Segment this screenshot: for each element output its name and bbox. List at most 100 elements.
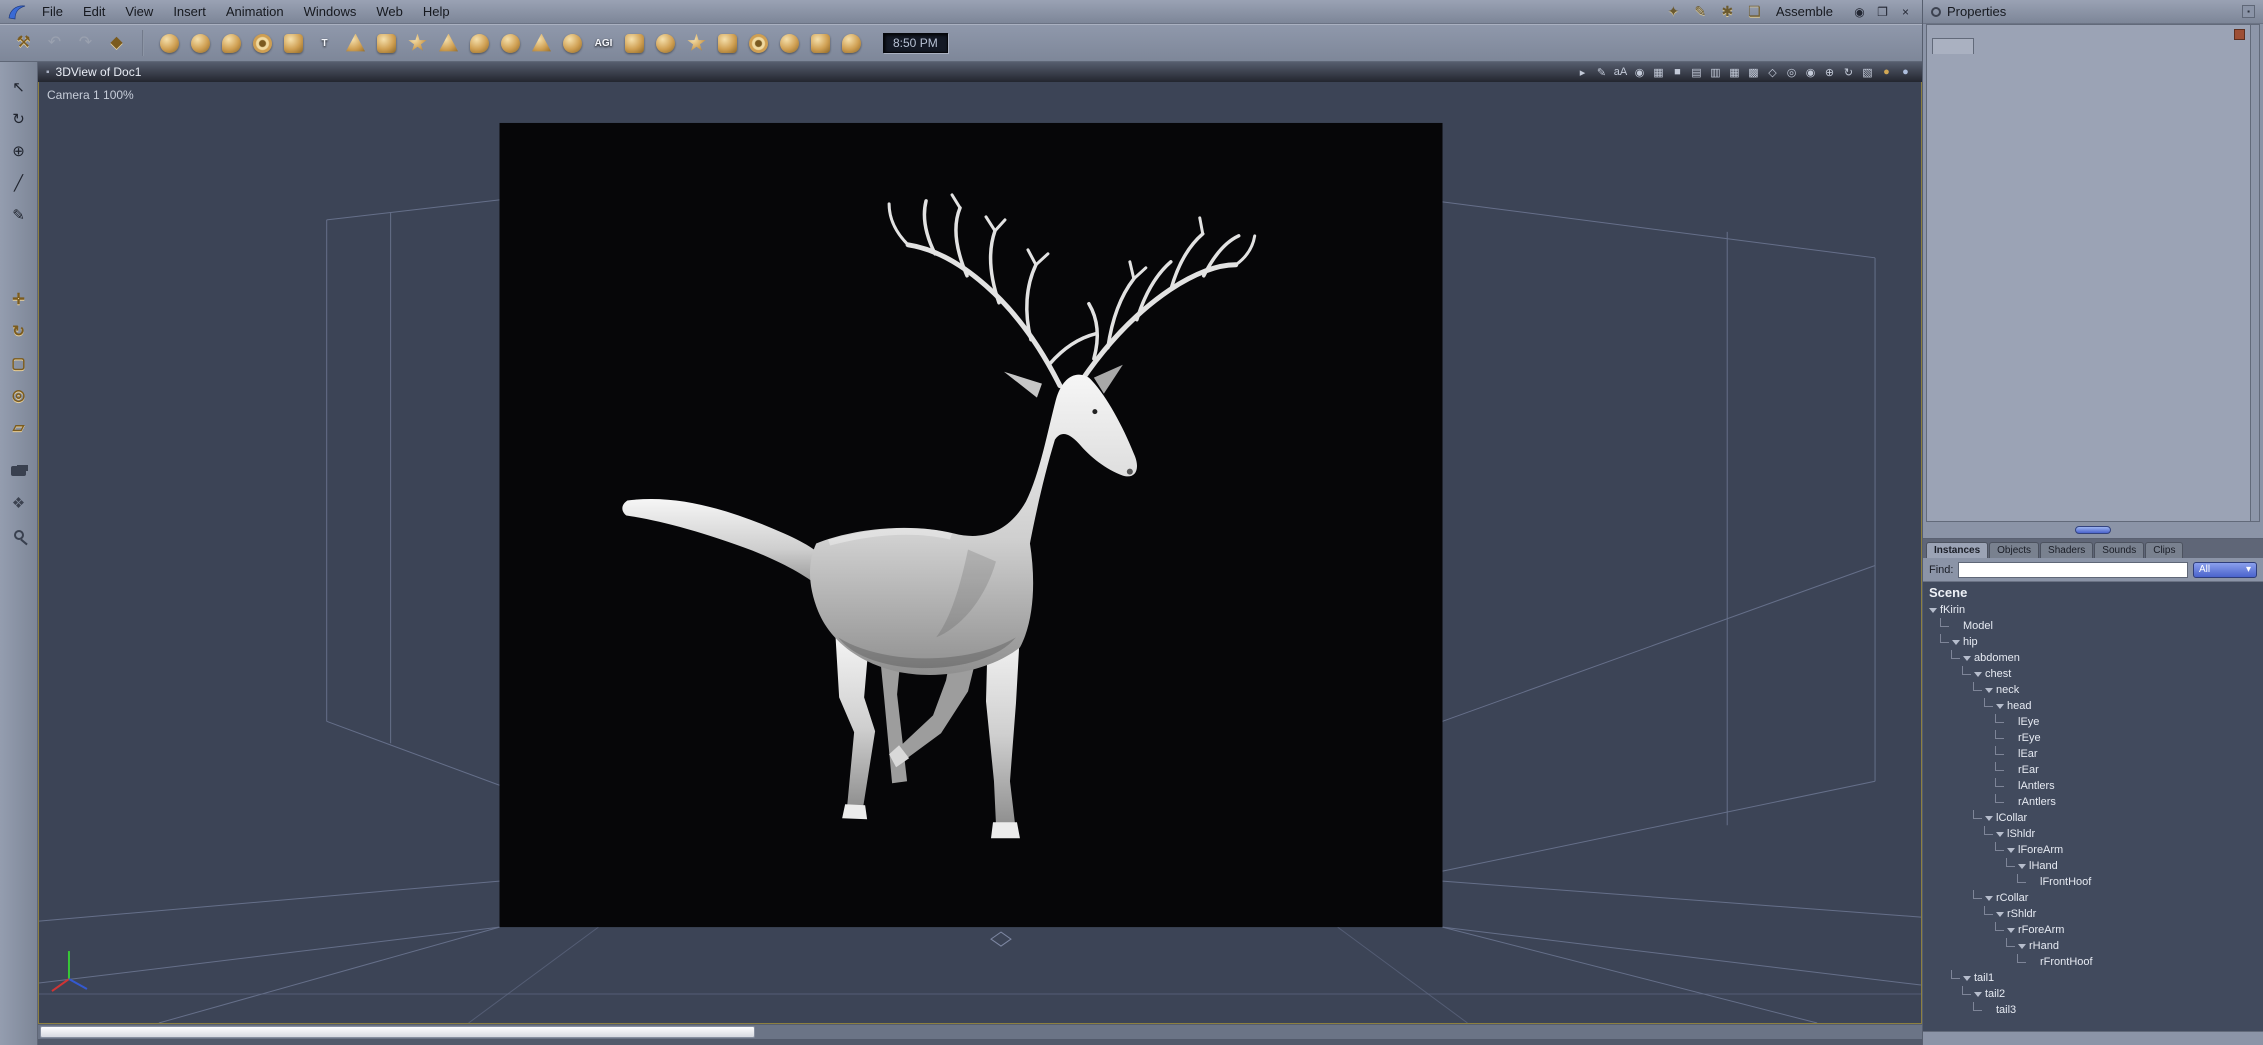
expand-triangle-icon[interactable]: [2007, 847, 2015, 853]
model-room-icon[interactable]: ✎: [1687, 2, 1714, 22]
finger-tool-icon[interactable]: ◆: [101, 29, 132, 57]
undo-icon[interactable]: ↶: [39, 29, 70, 57]
render-room-icon[interactable]: ❏: [1741, 2, 1768, 22]
metaball-tool-icon[interactable]: [247, 29, 278, 57]
tree-item-chest[interactable]: chest: [1923, 666, 2263, 682]
splitter-grip[interactable]: [2075, 526, 2111, 534]
text-tool-icon[interactable]: T: [309, 29, 340, 57]
fire-tool-icon[interactable]: [526, 29, 557, 57]
browser-tab[interactable]: Instances: [1926, 542, 1989, 558]
menu-help[interactable]: Help: [413, 4, 460, 19]
expand-triangle-icon[interactable]: [1996, 703, 2004, 709]
viewport-titlebar[interactable]: ▪ 3DView of Doc1 ▸ ✎ aA ◉ ▦ ■ ▤ ▥ ▦ ▩ ◇ ◎ ◉ ⊕ ↻ ▧ ● ●: [38, 62, 1922, 82]
expand-triangle-icon[interactable]: [1985, 687, 1993, 693]
filter-dropdown[interactable]: All ▾: [2193, 561, 2257, 578]
tree-item-tail2[interactable]: tail2: [1923, 986, 2263, 1002]
tree-item-lFrontHoof[interactable]: lFrontHoof: [1923, 874, 2263, 890]
browser-tab[interactable]: Sounds: [2094, 542, 2145, 558]
expand-triangle-icon[interactable]: [1985, 815, 1993, 821]
full-grid-pane-icon[interactable]: ▩: [1745, 64, 1762, 80]
expand-triangle-icon[interactable]: [1985, 895, 1993, 901]
browser-tab[interactable]: Objects: [1989, 542, 2040, 558]
tree-item-lShldr[interactable]: lShldr: [1923, 826, 2263, 842]
agi-text-tool-icon[interactable]: AGI: [588, 29, 619, 57]
browser-horizontal-scrollbar[interactable]: [1923, 1031, 2263, 1045]
paintbrush-tool-icon[interactable]: ✎: [6, 202, 32, 228]
fountain-tool-icon[interactable]: [495, 29, 526, 57]
expand-triangle-icon[interactable]: [1996, 831, 2004, 837]
assemble-room-icon[interactable]: ✦: [1660, 2, 1687, 22]
tree-item-hip[interactable]: hip: [1923, 634, 2263, 650]
close-window-icon[interactable]: ×: [1895, 3, 1916, 20]
physics-tool-icon[interactable]: [774, 29, 805, 57]
ocean-tool-icon[interactable]: [619, 29, 650, 57]
vertex-object-tool-icon[interactable]: [185, 29, 216, 57]
tree-item-lAntlers[interactable]: lAntlers: [1923, 778, 2263, 794]
panel-splitter[interactable]: [1923, 522, 2263, 538]
marker-icon[interactable]: ▸: [1574, 64, 1591, 80]
rock-tool-icon[interactable]: [650, 29, 681, 57]
single-pane-icon[interactable]: ■: [1669, 64, 1686, 80]
properties-scrollbar[interactable]: [2250, 25, 2259, 521]
terrain-tool-icon[interactable]: [433, 29, 464, 57]
viewport-horizontal-scrollbar[interactable]: [38, 1024, 1922, 1039]
cloud-tool-icon[interactable]: [557, 29, 588, 57]
browser-tab[interactable]: Clips: [2145, 542, 2184, 558]
tree-item-rEar[interactable]: rEar: [1923, 762, 2263, 778]
move-tool-icon[interactable]: ✛: [6, 286, 32, 312]
menu-animation[interactable]: Animation: [216, 4, 294, 19]
backdrop-handle[interactable]: [990, 931, 1012, 947]
find-input[interactable]: [1958, 561, 2188, 578]
tree-item-rEye[interactable]: rEye: [1923, 730, 2263, 746]
panel-collapse-button[interactable]: [2234, 29, 2245, 40]
cube-tool-icon[interactable]: [278, 29, 309, 57]
tree-item-lHand[interactable]: lHand: [1923, 858, 2263, 874]
tree-item-tail3[interactable]: tail3: [1923, 1002, 2263, 1018]
tree-item-Model[interactable]: Model: [1923, 618, 2263, 634]
panel-options-button[interactable]: ▪: [2242, 5, 2255, 18]
wireframe-mode-icon[interactable]: ◇: [1764, 64, 1781, 80]
tree-item-lForeArm[interactable]: lForeArm: [1923, 842, 2263, 858]
wrench-icon[interactable]: ⚒: [8, 29, 39, 57]
textured-mode-icon[interactable]: ◉: [1802, 64, 1819, 80]
tree-item-rHand[interactable]: rHand: [1923, 938, 2263, 954]
quad-pane-icon[interactable]: ▦: [1726, 64, 1743, 80]
restore-window-icon[interactable]: ❐: [1872, 3, 1893, 20]
silver-sphere-icon[interactable]: ●: [1897, 64, 1914, 80]
tree-item-neck[interactable]: neck: [1923, 682, 2263, 698]
tree-item-head[interactable]: head: [1923, 698, 2263, 714]
shear-tool-icon[interactable]: ▱: [6, 414, 32, 440]
expand-triangle-icon[interactable]: [1996, 911, 2004, 917]
tree-item-rCollar[interactable]: rCollar: [1923, 890, 2263, 906]
gold-sphere-icon[interactable]: ●: [1878, 64, 1895, 80]
star-tool-icon[interactable]: [402, 29, 433, 57]
group-tool-icon[interactable]: [805, 29, 836, 57]
eye-icon[interactable]: ◉: [1849, 3, 1870, 20]
pointer-tool-icon[interactable]: ↖: [6, 74, 32, 100]
tree-item-abdomen[interactable]: abdomen: [1923, 650, 2263, 666]
expand-triangle-icon[interactable]: [1963, 975, 1971, 981]
tree-item-lEar[interactable]: lEar: [1923, 746, 2263, 762]
sphere-tool-icon[interactable]: [154, 29, 185, 57]
quality-sphere-icon[interactable]: ◉: [1631, 64, 1648, 80]
menu-web[interactable]: Web: [366, 4, 413, 19]
plant-tool-icon[interactable]: [464, 29, 495, 57]
expand-triangle-icon[interactable]: [2018, 863, 2026, 869]
light-tool-icon[interactable]: [681, 29, 712, 57]
tree-item-rFrontHoof[interactable]: rFrontHoof: [1923, 954, 2263, 970]
expand-triangle-icon[interactable]: [2018, 943, 2026, 949]
scale-tool-icon[interactable]: ▢: [6, 350, 32, 376]
hotpoint-tool-icon[interactable]: ◎: [6, 382, 32, 408]
tree-item-tail1[interactable]: tail1: [1923, 970, 2263, 986]
measure-tool-icon[interactable]: [836, 29, 867, 57]
dolly-camera-icon[interactable]: [6, 458, 32, 484]
particle-tool-icon[interactable]: [743, 29, 774, 57]
menu-windows[interactable]: Windows: [294, 4, 367, 19]
menu-insert[interactable]: Insert: [163, 4, 216, 19]
rotate-tool-icon[interactable]: ↻: [6, 318, 32, 344]
tree-item-rAntlers[interactable]: rAntlers: [1923, 794, 2263, 810]
scalpel-tool-icon[interactable]: ╱: [6, 170, 32, 196]
split-horizontal-icon[interactable]: ▤: [1688, 64, 1705, 80]
texture-room-icon[interactable]: ✱: [1714, 2, 1741, 22]
tree-item-fKirin[interactable]: fKirin: [1923, 602, 2263, 618]
